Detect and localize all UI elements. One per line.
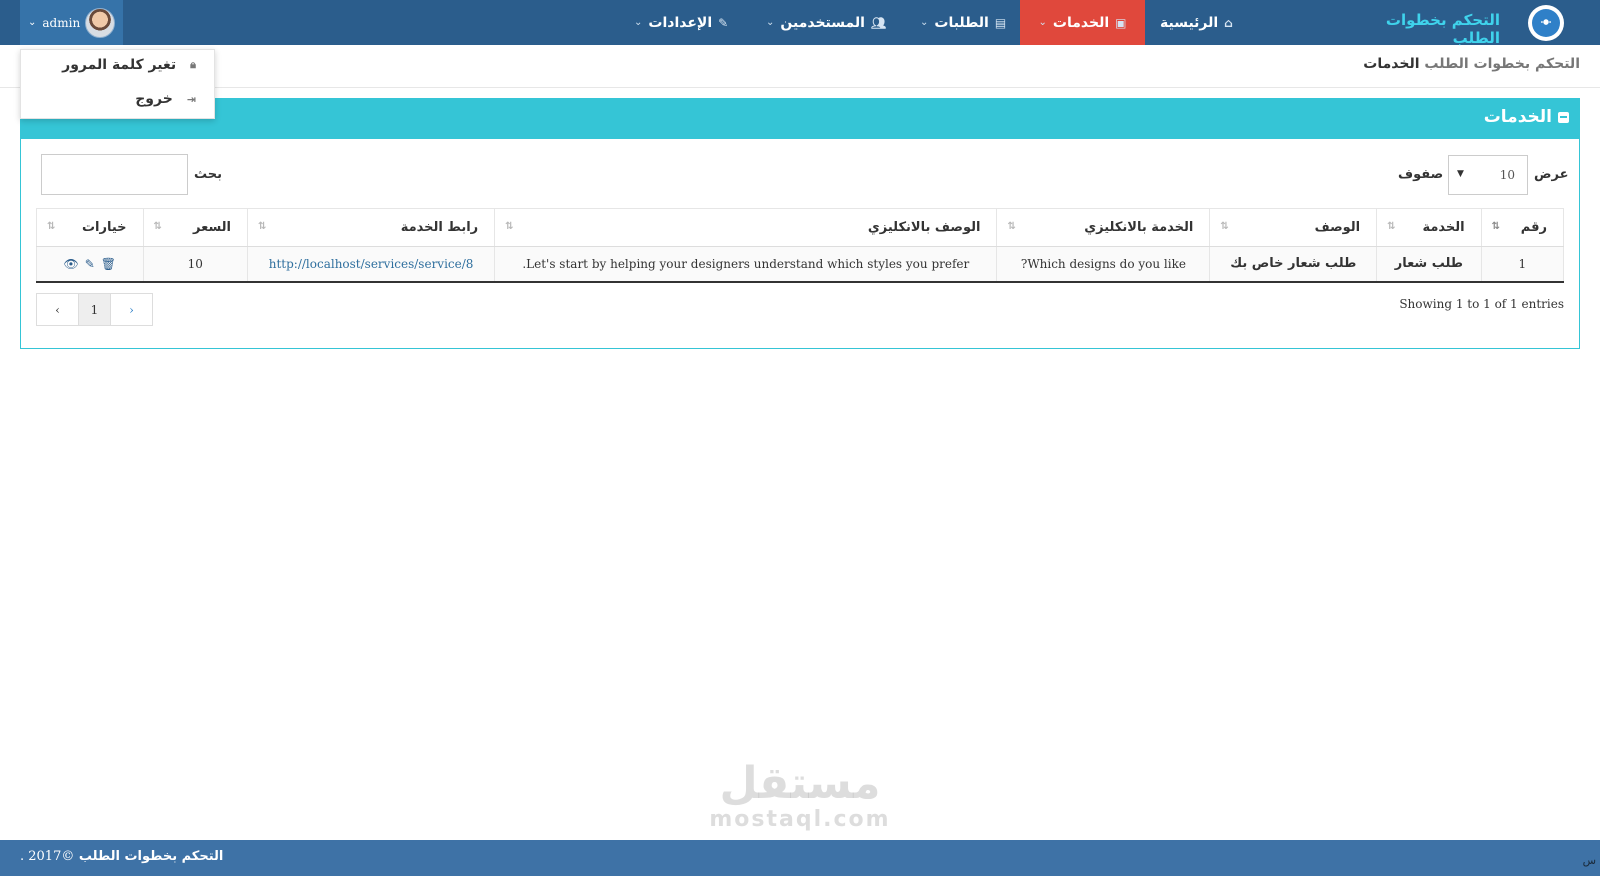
pagination-next-button[interactable]: › bbox=[111, 294, 152, 325]
top-navbar: ꔹ التحكم بخطوات الطلب ⌂ الرئيسية ▣ الخدم… bbox=[0, 0, 1600, 47]
nav-item-requests[interactable]: ▤ الطلبات ⌄ bbox=[910, 0, 1016, 45]
nav-item-services[interactable]: ▣ الخدمات ⌄ bbox=[1020, 0, 1145, 45]
nav-item-label: الطلبات bbox=[934, 14, 989, 31]
cell-service-en: Which designs do you like? bbox=[996, 246, 1211, 282]
logout-label: خروج bbox=[135, 91, 173, 107]
table-info: Showing 1 to 1 of 1 entries bbox=[1399, 297, 1564, 311]
nav-item-home[interactable]: ⌂ الرئيسية bbox=[1150, 0, 1243, 45]
nav-item-label: الإعدادات bbox=[648, 14, 713, 31]
rows-label: صفوف bbox=[1398, 167, 1444, 182]
col-header-num[interactable]: رقم ⇅ bbox=[1480, 208, 1565, 247]
pencil-icon[interactable]: ✎ bbox=[85, 257, 95, 271]
panel-title: الخدمات bbox=[1484, 107, 1569, 127]
chevron-down-icon: ⌄ bbox=[1038, 17, 1047, 28]
change-password-label: تغير كلمة المرور bbox=[62, 57, 177, 73]
footer-brand: التحكم بخطوات الطلب bbox=[78, 849, 224, 864]
table-header-row: رقم ⇅ الخدمة ⇅ الوصف ⇅ الخدمة بالانكليزي ⇅ ا… bbox=[36, 208, 1565, 247]
breadcrumb-current: الخدمات bbox=[1363, 56, 1420, 72]
pagination-prev-button[interactable]: ‹ bbox=[37, 294, 79, 325]
col-header-desc[interactable]: الوصف ⇅ bbox=[1209, 208, 1378, 247]
breadcrumb: التحكم بخطوات الطلب الخدمات bbox=[1363, 56, 1580, 72]
box-icon: ▣ bbox=[1115, 15, 1127, 30]
nav-item-label: المستخدمين bbox=[780, 14, 865, 31]
logout-item[interactable]: ⇥ خروج bbox=[135, 91, 196, 107]
col-header-price[interactable]: السعر ⇅ bbox=[142, 208, 249, 247]
chevron-down-icon: ⌄ bbox=[28, 17, 37, 28]
lock-icon: 🔒︎ bbox=[190, 58, 196, 71]
brand-name[interactable]: التحكم بخطوات الطلب bbox=[1340, 11, 1500, 47]
cell-desc-en: Let's start by helping your designers un… bbox=[494, 246, 998, 282]
watermark-latin: mostaql.com bbox=[709, 807, 891, 832]
caret-down-icon: ▼ bbox=[1457, 169, 1464, 179]
sort-icon: ⇅ bbox=[1387, 221, 1396, 232]
avatar bbox=[85, 8, 115, 38]
brand-logo-icon[interactable]: ꔹ bbox=[1528, 5, 1564, 41]
breadcrumb-root[interactable]: التحكم بخطوات الطلب bbox=[1424, 56, 1580, 72]
search-input[interactable] bbox=[41, 154, 188, 195]
trash-icon[interactable]: 🗑︎ bbox=[101, 257, 116, 271]
cell-options: 👁︎ ✎ 🗑︎ bbox=[36, 246, 144, 282]
sort-icon: ⇅ bbox=[153, 221, 162, 232]
footer-corner-text: س bbox=[1582, 854, 1596, 867]
user-name: admin bbox=[42, 15, 81, 30]
file-icon: ▤ bbox=[994, 15, 1007, 30]
sort-icon: ⇅ bbox=[1007, 221, 1016, 232]
search-label: بحث bbox=[194, 167, 223, 182]
change-password-item[interactable]: 🔒︎ تغير كلمة المرور bbox=[62, 57, 196, 73]
chevron-down-icon: ⌄ bbox=[634, 17, 643, 28]
footer: التحكم بخطوات الطلب ©2017 . س bbox=[0, 840, 1600, 876]
cell-num: 1 bbox=[1480, 246, 1565, 282]
breadcrumb-bar: التحكم بخطوات الطلب الخدمات bbox=[0, 45, 1600, 88]
nav-item-users[interactable]: 👥︎ المستخدمين ⌄ bbox=[756, 0, 896, 45]
footer-text: التحكم بخطوات الطلب ©2017 . bbox=[20, 849, 223, 864]
page-length-value: 10 bbox=[1499, 168, 1515, 182]
pagination: ‹ 1 › bbox=[36, 293, 153, 326]
col-header-link[interactable]: رابط الخدمة ⇅ bbox=[247, 208, 496, 247]
cell-service: طلب شعار bbox=[1376, 246, 1482, 282]
pagination-page-1[interactable]: 1 bbox=[79, 294, 111, 325]
col-header-desc-en[interactable]: الوصف بالانكليزي ⇅ bbox=[494, 208, 998, 247]
cell-desc: طلب شعار خاص بك bbox=[1209, 246, 1378, 282]
nav-item-settings[interactable]: ✎ الإعدادات ⌄ bbox=[624, 0, 738, 45]
watermark-arabic: مستقل bbox=[719, 758, 881, 809]
sort-asc-icon: ⇅ bbox=[1491, 221, 1501, 232]
wrench-icon: ✎ bbox=[718, 15, 729, 30]
panel-header: الخدمات bbox=[21, 99, 1579, 139]
chevron-down-icon: ⌄ bbox=[920, 17, 929, 28]
eye-icon[interactable]: 👁︎ bbox=[64, 257, 79, 271]
user-dropdown-menu: 🔒︎ تغير كلمة المرور ⇥ خروج bbox=[20, 49, 215, 119]
users-icon: 👥︎ bbox=[870, 15, 887, 30]
services-table: رقم ⇅ الخدمة ⇅ الوصف ⇅ الخدمة بالانكليزي ⇅ ا… bbox=[36, 208, 1565, 283]
col-header-options[interactable]: خيارات ⇅ bbox=[36, 208, 144, 247]
sort-icon: ⇅ bbox=[1220, 221, 1229, 232]
sort-icon: ⇅ bbox=[505, 221, 514, 232]
col-header-service[interactable]: الخدمة ⇅ bbox=[1376, 208, 1482, 247]
watermark: مستقل mostaql.com bbox=[700, 760, 900, 832]
sort-icon: ⇅ bbox=[258, 221, 267, 232]
box-icon bbox=[1558, 111, 1569, 123]
service-link[interactable]: http://localhost/services/service/8 bbox=[269, 257, 474, 271]
col-header-service-en[interactable]: الخدمة بالانكليزي ⇅ bbox=[996, 208, 1211, 247]
show-label: عرض bbox=[1534, 167, 1569, 182]
nav-item-label: الخدمات bbox=[1052, 14, 1110, 31]
page-length-select[interactable]: 10 ▼ bbox=[1448, 155, 1528, 195]
nav-item-label: الرئيسية bbox=[1160, 14, 1219, 31]
panel-title-text: الخدمات bbox=[1483, 107, 1552, 127]
home-icon: ⌂ bbox=[1224, 15, 1233, 30]
table-row: 1 طلب شعار طلب شعار خاص بك Which designs… bbox=[36, 246, 1565, 282]
sort-icon: ⇅ bbox=[47, 221, 56, 232]
user-menu-toggle[interactable]: ⌄ admin bbox=[20, 0, 123, 45]
chevron-down-icon: ⌄ bbox=[766, 17, 775, 28]
cell-link: http://localhost/services/service/8 bbox=[247, 246, 496, 282]
cell-price: 10 bbox=[142, 246, 249, 282]
footer-copyright: ©2017 . bbox=[20, 849, 75, 864]
sign-out-icon: ⇥ bbox=[186, 92, 196, 106]
